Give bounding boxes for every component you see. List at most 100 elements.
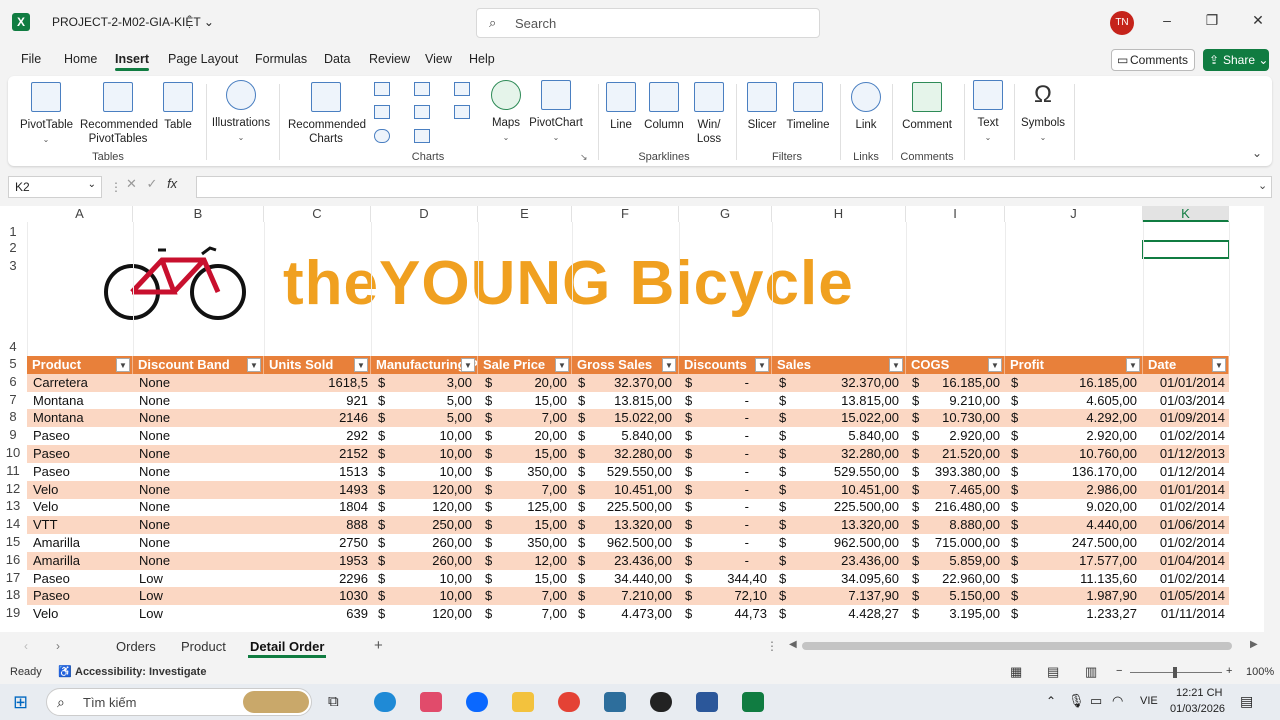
cell-gross-sales[interactable]: 13.320,00: [590, 516, 672, 534]
cell-currency[interactable]: $: [1011, 392, 1023, 410]
cell-currency[interactable]: $: [1011, 570, 1023, 588]
tab-page-layout[interactable]: Page Layout: [168, 52, 238, 66]
cell-cogs[interactable]: 2.920,00: [924, 427, 1000, 445]
cell-profit[interactable]: 4.292,00: [1023, 409, 1137, 427]
cell-units-sold[interactable]: 1513: [268, 463, 368, 481]
cell-currency[interactable]: $: [1011, 587, 1023, 605]
cell-profit[interactable]: 11.135,60: [1023, 570, 1137, 588]
cell-units-sold[interactable]: 639: [268, 605, 368, 623]
table-header-cell[interactable]: Sales ▼: [772, 356, 906, 374]
cell-currency[interactable]: $: [685, 374, 697, 392]
cell-discounts[interactable]: -: [697, 392, 767, 410]
cell-profit[interactable]: 1.987,90: [1023, 587, 1137, 605]
cell-manufacturing-price[interactable]: 120,00: [390, 481, 472, 499]
statistic-chart-icon[interactable]: [414, 105, 430, 119]
cell-date[interactable]: 01/12/2014: [1147, 463, 1225, 481]
row-header[interactable]: 10: [0, 445, 26, 460]
cell-discounts[interactable]: 344,40: [697, 570, 767, 588]
cell-currency[interactable]: $: [1011, 409, 1023, 427]
sheet-tab-orders[interactable]: Orders: [116, 639, 156, 654]
cell-product[interactable]: Paseo: [33, 445, 129, 463]
cell-product[interactable]: Montana: [33, 409, 129, 427]
cell-manufacturing-price[interactable]: 120,00: [390, 498, 472, 516]
row-header[interactable]: 13: [0, 498, 26, 513]
cell-currency[interactable]: $: [685, 481, 697, 499]
cell-currency[interactable]: $: [578, 392, 590, 410]
cell-units-sold[interactable]: 1804: [268, 498, 368, 516]
cell-currency[interactable]: $: [779, 374, 791, 392]
sheet-tab-product[interactable]: Product: [181, 639, 226, 654]
comments-button[interactable]: ▭ Comments: [1111, 49, 1195, 71]
scroll-tabs-left-icon[interactable]: ‹: [24, 639, 28, 653]
row-header[interactable]: 9: [0, 427, 26, 442]
cell-sales[interactable]: 225.500,00: [791, 498, 899, 516]
excel-icon[interactable]: [742, 692, 764, 712]
cell-currency[interactable]: $: [779, 587, 791, 605]
cell-cogs[interactable]: 21.520,00: [924, 445, 1000, 463]
column-header[interactable]: J: [1005, 206, 1143, 222]
cell-currency[interactable]: $: [578, 445, 590, 463]
recommended-pivottables-button[interactable]: Recommended PivotTables: [80, 82, 158, 146]
filter-dropdown-icon[interactable]: ▼: [461, 358, 475, 372]
cell-currency[interactable]: $: [378, 516, 390, 534]
cell-product[interactable]: Velo: [33, 498, 129, 516]
cell-currency[interactable]: $: [485, 392, 497, 410]
cell-currency[interactable]: $: [485, 498, 497, 516]
tab-home[interactable]: Home: [64, 52, 97, 66]
cell-manufacturing-price[interactable]: 10,00: [390, 570, 472, 588]
scroll-tabs-right-icon[interactable]: ›: [56, 639, 60, 653]
cell-currency[interactable]: $: [779, 605, 791, 623]
cell-currency[interactable]: $: [779, 552, 791, 570]
cell-date[interactable]: 01/09/2014: [1147, 409, 1225, 427]
cell-sale-price[interactable]: 15,00: [497, 392, 567, 410]
cell-currency[interactable]: $: [378, 445, 390, 463]
cell-currency[interactable]: $: [578, 463, 590, 481]
cell-manufacturing-price[interactable]: 10,00: [390, 463, 472, 481]
cell-currency[interactable]: $: [685, 409, 697, 427]
cell-cogs[interactable]: 9.210,00: [924, 392, 1000, 410]
cell-units-sold[interactable]: 1953: [268, 552, 368, 570]
document-title[interactable]: PROJECT-2-M02-GIA-KIỆT ⌄: [52, 15, 214, 29]
cell-gross-sales[interactable]: 225.500,00: [590, 498, 672, 516]
comment-button[interactable]: Comment: [898, 82, 956, 132]
cell-discount-band[interactable]: None: [139, 516, 259, 534]
cell-currency[interactable]: $: [779, 445, 791, 463]
maps-button[interactable]: Maps ⌄: [488, 80, 524, 145]
cell-currency[interactable]: $: [685, 570, 697, 588]
cell-units-sold[interactable]: 2750: [268, 534, 368, 552]
cell-currency[interactable]: $: [779, 570, 791, 588]
cell-currency[interactable]: $: [779, 516, 791, 534]
column-header[interactable]: G: [679, 206, 772, 222]
cell-discount-band[interactable]: None: [139, 374, 259, 392]
cell-currency[interactable]: $: [578, 516, 590, 534]
language-indicator[interactable]: VIE: [1140, 695, 1158, 707]
cell-units-sold[interactable]: 921: [268, 392, 368, 410]
table-header-cell[interactable]: Profit ▼: [1005, 356, 1143, 374]
app-icon[interactable]: [604, 692, 626, 712]
filter-dropdown-icon[interactable]: ▼: [889, 358, 903, 372]
cell-product[interactable]: Velo: [33, 481, 129, 499]
cell-gross-sales[interactable]: 529.550,00: [590, 463, 672, 481]
cell-date[interactable]: 01/11/2014: [1147, 605, 1225, 623]
task-view-icon[interactable]: ⧉: [328, 693, 339, 710]
table-header-cell[interactable]: Sale Price ▼: [478, 356, 572, 374]
filter-dropdown-icon[interactable]: ▼: [116, 358, 130, 372]
cell-units-sold[interactable]: 1618,5: [268, 374, 368, 392]
cell-currency[interactable]: $: [485, 516, 497, 534]
cell-discounts[interactable]: -: [697, 516, 767, 534]
cell-date[interactable]: 01/12/2013: [1147, 445, 1225, 463]
cell-currency[interactable]: $: [779, 498, 791, 516]
maximize-button[interactable]: ❐: [1202, 12, 1222, 29]
cell-profit[interactable]: 1.233,27: [1023, 605, 1137, 623]
cell-currency[interactable]: $: [1011, 463, 1023, 481]
cell-currency[interactable]: $: [578, 409, 590, 427]
cell-date[interactable]: 01/01/2014: [1147, 481, 1225, 499]
cell-discounts[interactable]: -: [697, 481, 767, 499]
scatter-chart-icon[interactable]: [414, 129, 430, 143]
cell-sales[interactable]: 962.500,00: [791, 534, 899, 552]
pivotchart-button[interactable]: PivotChart ⌄: [528, 80, 584, 145]
cell-profit[interactable]: 247.500,00: [1023, 534, 1137, 552]
cell-currency[interactable]: $: [912, 392, 924, 410]
cell-currency[interactable]: $: [485, 552, 497, 570]
cell-currency[interactable]: $: [578, 427, 590, 445]
